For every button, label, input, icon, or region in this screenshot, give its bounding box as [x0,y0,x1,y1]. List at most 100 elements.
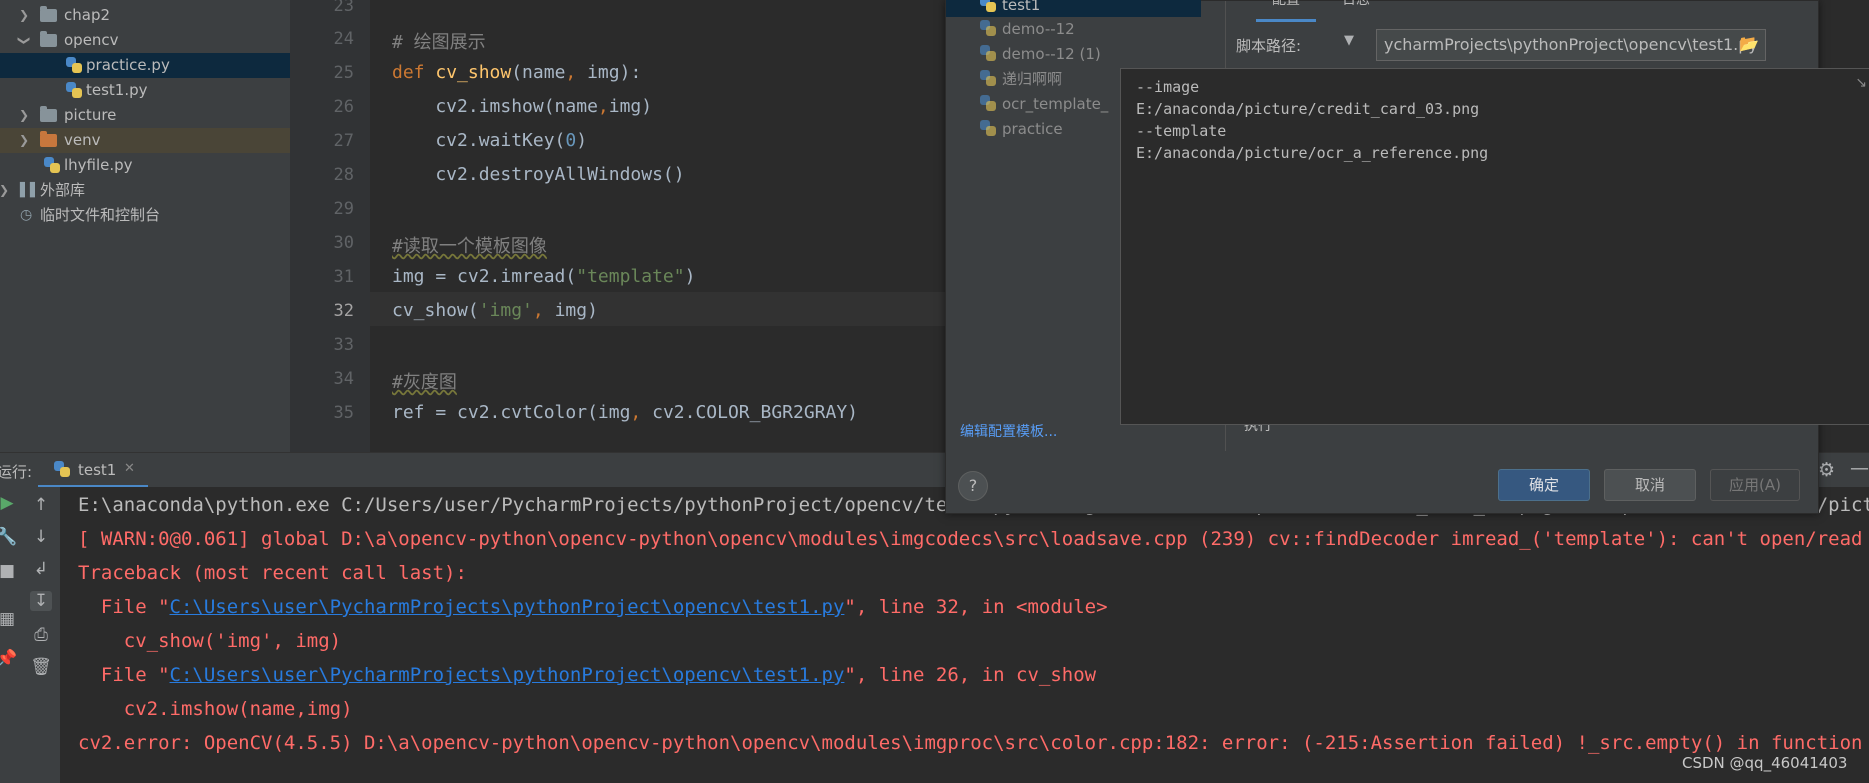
python-file-icon [54,461,70,477]
folder-icon [40,31,57,47]
folder-icon [40,106,57,122]
close-icon[interactable]: ✕ [124,461,135,476]
run-tab-test1[interactable]: test1 ✕ [38,453,148,488]
edit-templates-link[interactable]: 编辑配置模板... [960,421,1057,441]
scratches-icon: ◷ [20,207,33,223]
tree-item-chap2[interactable]: ❯ chap2 [0,3,290,28]
minimize-icon[interactable]: — [1850,457,1869,479]
ok-label: 确定 [1528,476,1559,494]
console-text: File " [78,664,170,686]
dropdown-arrow-icon[interactable]: ▼ [1344,33,1354,48]
line-number: 23 [333,0,354,16]
console-text: File " [78,596,170,618]
line-number: 34 [333,369,354,389]
script-path-input[interactable]: ycharmProjects\pythonProject\opencv\test… [1376,29,1766,61]
watermark: CSDN @qq_46041403 [1682,754,1848,772]
line-number: 25 [333,63,354,83]
code-line-31: img = cv2.imread("template") [392,266,696,287]
run-toolbar: ▶ ↑ 🔧 ↓ ■ ↲ ↧ ▦ ⎙ 📌 🗑 [0,487,60,783]
arrow-up-icon[interactable]: ↑ [30,495,52,515]
arrow-down-icon[interactable]: ↓ [30,527,52,547]
tree-item-test1-py[interactable]: test1.py [0,78,290,103]
python-file-icon [980,95,996,111]
collapse-icon[interactable]: ↘ [1855,75,1867,91]
chevron-right-icon[interactable]: ❯ [0,178,12,203]
config-item-test1[interactable]: test1 [946,0,1201,17]
rerun-icon[interactable]: ▶ [0,493,18,513]
wrench-icon[interactable]: 🔧 [0,527,18,547]
code-editor[interactable]: # 绘图展示 def cv_show(name, img): cv2.imsho… [370,0,945,452]
config-item-recursion[interactable]: 递归啊啊 [980,67,1063,91]
config-item-label: ocr_template_ [1002,95,1109,113]
param-line: --template [1136,122,1227,140]
tab-logs[interactable]: 日志 [1326,0,1386,19]
tree-item-scratches[interactable]: ◷ 临时文件和控制台 [0,203,290,228]
console-text: Traceback (most recent call last): [78,562,467,584]
config-item-label: 递归啊啊 [1002,70,1063,88]
run-console[interactable]: E:\anaconda\python.exe C:/Users/user/Pyc… [60,487,1869,783]
cancel-button[interactable]: 取消 [1604,469,1696,501]
tree-item-venv[interactable]: ❯ venv [0,128,290,153]
config-item-ocr-template[interactable]: ocr_template_ [980,92,1109,116]
tree-item-label: practice.py [86,56,170,74]
script-path-label: 脚本路径: [1236,37,1302,55]
line-number: 24 [333,29,354,49]
param-line: E:/anaconda/picture/credit_card_03.png [1136,100,1480,118]
soft-wrap-icon[interactable]: ↲ [30,559,52,579]
tree-item-opencv[interactable]: ❯ opencv [0,28,290,53]
console-file-link[interactable]: C:\Users\user\PycharmProjects\pythonProj… [170,596,845,618]
line-number: 31 [333,267,354,287]
gear-icon[interactable]: ⚙ [1818,459,1835,481]
project-tree: ❯ chap2 ❯ opencv practice.py test1.py ❯ … [0,0,290,452]
tree-item-label: 临时文件和控制台 [40,206,161,224]
tree-item-picture[interactable]: ❯ picture [0,103,290,128]
console-text: E:\anaconda\python.exe C:/Users/user/Pyc… [78,494,914,516]
folder-browse-icon[interactable]: 📂 [1739,34,1759,53]
apply-button[interactable]: 应用(A) [1710,469,1800,501]
run-tab-label: test1 [78,461,117,479]
chevron-right-icon[interactable]: ❯ [16,3,32,28]
line-number: 27 [333,131,354,151]
config-item-label: test1 [1002,0,1041,14]
print-icon[interactable]: ⎙ [30,625,52,645]
line-number: 30 [333,233,354,253]
console-line: cv_show('img', img) [78,630,341,652]
chevron-down-icon[interactable]: ❯ [12,33,37,49]
stop-icon[interactable]: ■ [0,561,18,581]
line-number: 29 [333,199,354,219]
help-button[interactable]: ? [958,471,988,501]
console-file-link[interactable]: C:\Users\user\PycharmProjects\pythonProj… [170,664,845,686]
config-item-demo-12[interactable]: demo--12 [980,17,1075,41]
console-text: [ WARN:0@0.061] global D:\a\opencv-pytho… [78,528,1869,550]
tree-item-label: opencv [64,31,119,49]
tab-config[interactable]: 配置 [1256,0,1316,22]
tree-item-external-libraries[interactable]: ❯ ▌▌ 外部库 [0,178,290,203]
chevron-right-icon[interactable]: ❯ [16,128,32,153]
layout-icon[interactable]: ▦ [0,609,18,629]
param-line: E:/anaconda/picture/ocr_a_reference.png [1136,144,1489,162]
trash-icon[interactable]: 🗑 [30,657,52,677]
console-line: cv2.error: OpenCV(4.5.5) D:\a\opencv-pyt… [78,732,1862,754]
config-item-demo-12-1[interactable]: demo--12 (1) [980,42,1101,66]
console-line: [ WARN:0@0.061] global D:\a\opencv-pytho… [78,528,1869,550]
pin-icon[interactable]: 📌 [0,649,18,669]
parameters-expanded-editor[interactable]: --image E:/anaconda/picture/credit_card_… [1120,68,1869,425]
ok-button[interactable]: 确定 [1498,469,1590,501]
code-line-32: cv_show('img', img) [392,300,598,321]
python-file-icon [980,70,996,86]
config-item-practice[interactable]: practice [980,117,1063,141]
tree-item-label: picture [64,106,117,124]
cancel-label: 取消 [1634,476,1665,494]
console-text: ", line 32, in <module> [844,596,1108,618]
scroll-to-end-icon[interactable]: ↧ [30,591,52,611]
tree-item-lhyfile-py[interactable]: lhyfile.py [0,153,290,178]
line-number: 35 [333,403,354,423]
line-number: 28 [333,165,354,185]
chevron-right-icon[interactable]: ❯ [16,103,32,128]
code-line-35: ref = cv2.cvtColor(img, cv2.COLOR_BGR2GR… [392,402,859,423]
line-number: 26 [333,97,354,117]
tree-item-label: 外部库 [40,181,86,199]
tree-item-practice-py[interactable]: practice.py [0,53,290,78]
python-file-icon [66,57,82,73]
python-file-icon [66,82,82,98]
